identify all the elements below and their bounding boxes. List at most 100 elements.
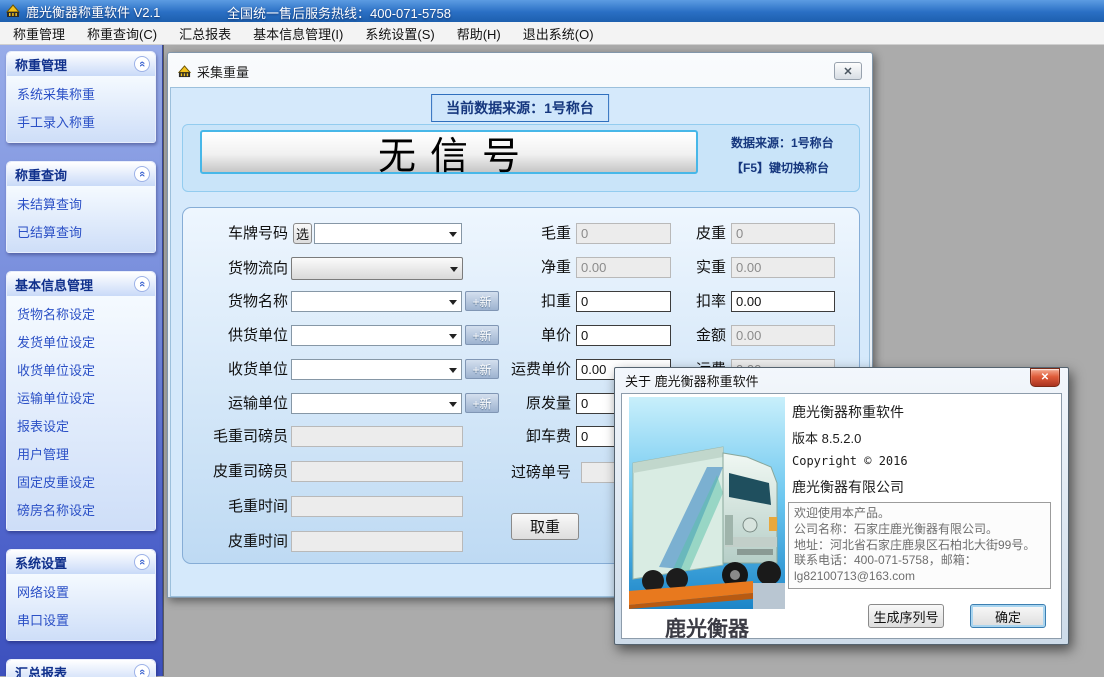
sidebar: 称重管理 « 系统采集称重 手工录入称重 称重查询 « 未结算查询 已结算查询 …: [0, 45, 163, 676]
supplier-label: 供货单位: [188, 325, 288, 346]
menubar: 称重管理 称重查询(C) 汇总报表 基本信息管理(I) 系统设置(S) 帮助(H…: [0, 22, 1104, 45]
collapse-chevron-icon[interactable]: «: [134, 276, 150, 292]
freight-price-label: 运费单价: [471, 359, 571, 380]
net-weight-label: 净重: [471, 257, 571, 278]
collapse-chevron-icon[interactable]: «: [134, 166, 150, 182]
transport-combo[interactable]: [291, 393, 462, 414]
amount-field[interactable]: [731, 325, 835, 346]
plate-number-label: 车牌号码: [188, 223, 288, 244]
deduct-weight-label: 扣重: [471, 291, 571, 312]
collapse-chevron-icon[interactable]: «: [134, 56, 150, 72]
titlebar: 鹿光衡器称重软件 V2.1 全国统一售后服务热线：400-071-5758: [0, 0, 1104, 22]
section-title: 系统设置: [15, 553, 67, 572]
about-copyright: Copyright © 2016: [792, 454, 908, 468]
brand-caption: 鹿光衡器: [629, 614, 785, 639]
menu-item-basic-info[interactable]: 基本信息管理(I): [242, 21, 354, 46]
tare-time-label: 皮重时间: [188, 531, 288, 552]
collapse-chevron-icon[interactable]: «: [134, 554, 150, 570]
goods-name-label: 货物名称: [188, 291, 288, 312]
window-logo-icon: [178, 65, 191, 78]
sidebar-item-unsettled-query[interactable]: 未结算查询: [7, 190, 155, 218]
unit-price-label: 单价: [471, 325, 571, 346]
dropdown-arrow-icon: [449, 300, 457, 305]
menu-item-summary-report[interactable]: 汇总报表: [168, 21, 242, 46]
gross-time-field[interactable]: [291, 496, 463, 517]
menu-item-exit[interactable]: 退出系统(O): [512, 21, 605, 46]
no-signal-text: 无信号: [364, 125, 534, 180]
f5-switch-hint-line: 【F5】键切换称台: [731, 159, 855, 176]
goods-flow-combo[interactable]: [291, 257, 463, 280]
sidebar-item-report-setting[interactable]: 报表设定: [7, 412, 155, 440]
dropdown-arrow-icon: [449, 402, 457, 407]
dropdown-arrow-icon: [449, 368, 457, 373]
sidebar-item-fixed-tare-setting[interactable]: 固定皮重设定: [7, 468, 155, 496]
menu-item-help[interactable]: 帮助(H): [446, 21, 512, 46]
tare-weight-field[interactable]: [731, 223, 835, 244]
collapse-chevron-icon[interactable]: «: [134, 664, 150, 677]
sidebar-item-network-setting[interactable]: 网络设置: [7, 578, 155, 606]
section-title: 基本信息管理: [15, 275, 93, 294]
hotline-text: 全国统一售后服务热线：400-071-5758: [227, 3, 451, 22]
tare-operator-label: 皮重司磅员: [188, 461, 288, 482]
unload-fee-label: 卸车费: [471, 426, 571, 447]
menu-item-system-settings[interactable]: 系统设置(S): [354, 21, 445, 46]
gross-weight-label: 毛重: [471, 223, 571, 244]
truck-photo: 鹿光衡器: [629, 397, 785, 637]
plate-number-combo[interactable]: [314, 223, 462, 244]
source-info-line: 数据来源：1号称台: [731, 134, 855, 151]
receiver-combo[interactable]: [291, 359, 462, 380]
sidebar-section-summary-reports-header[interactable]: 汇总报表 «: [7, 660, 155, 677]
weight-readout: 无信号: [200, 130, 698, 174]
take-weight-button[interactable]: 取重: [511, 513, 579, 540]
receiver-label: 收货单位: [188, 359, 288, 380]
mdi-workspace: 采集重量 ✕ 当前数据来源：1号称台 无信号 数据来源：1号称台 【F5】键切换…: [163, 45, 1104, 676]
section-title: 称重查询: [15, 165, 67, 184]
sidebar-item-transport-unit-setting[interactable]: 运输单位设定: [7, 384, 155, 412]
data-source-badge: 当前数据来源：1号称台: [431, 94, 609, 122]
deduct-rate-label: 扣率: [626, 291, 726, 312]
about-dialog-body: 鹿光衡器 鹿光衡器称重软件 版本 8.5.2.0 Copyright © 201…: [621, 393, 1062, 639]
sidebar-section-system-settings-header[interactable]: 系统设置 «: [7, 550, 155, 574]
dropdown-arrow-icon: [449, 232, 457, 237]
window-close-icon[interactable]: ✕: [834, 62, 862, 80]
sidebar-item-sender-unit-setting[interactable]: 发货单位设定: [7, 328, 155, 356]
sidebar-item-scale-house-name-setting[interactable]: 磅房名称设定: [7, 496, 155, 524]
transport-label: 运输单位: [188, 393, 288, 414]
supplier-combo[interactable]: [291, 325, 462, 346]
tare-weight-label: 皮重: [626, 223, 726, 244]
weight-display-panel: 无信号 数据来源：1号称台 【F5】键切换称台: [182, 124, 860, 192]
tare-operator-field[interactable]: [291, 461, 463, 482]
about-company: 鹿光衡器有限公司: [792, 477, 904, 497]
ticket-no-label: 过磅单号: [471, 462, 571, 483]
sidebar-item-settled-query[interactable]: 已结算查询: [7, 218, 155, 246]
ok-button[interactable]: 确定: [970, 604, 1046, 628]
gross-operator-field[interactable]: [291, 426, 463, 447]
sidebar-section-basic-info-header[interactable]: 基本信息管理 «: [7, 272, 155, 296]
window-titlebar[interactable]: 采集重量 ✕: [170, 55, 870, 87]
sidebar-item-goods-name-setting[interactable]: 货物名称设定: [7, 300, 155, 328]
sidebar-item-user-manage[interactable]: 用户管理: [7, 440, 155, 468]
generate-serial-button[interactable]: 生成序列号: [868, 604, 944, 628]
sidebar-section-weigh-query-header[interactable]: 称重查询 «: [7, 162, 155, 186]
menu-item-weigh-manage[interactable]: 称重管理: [2, 21, 76, 46]
section-title: 汇总报表: [15, 663, 67, 677]
about-dialog-title: 关于 鹿光衡器称重软件: [625, 371, 759, 390]
sidebar-section-weigh-manage-header[interactable]: 称重管理 «: [7, 52, 155, 76]
app-logo-icon: [6, 4, 20, 18]
about-dialog-titlebar[interactable]: 关于 鹿光衡器称重软件: [621, 368, 1062, 393]
app-title: 鹿光衡器称重软件 V2.1: [26, 2, 160, 21]
sidebar-section-system-settings: 系统设置 « 网络设置 串口设置: [6, 549, 156, 641]
goods-name-combo[interactable]: [291, 291, 462, 312]
sidebar-item-serial-port-setting[interactable]: 串口设置: [7, 606, 155, 634]
select-plate-button[interactable]: 选: [293, 223, 312, 244]
tare-time-field[interactable]: [291, 531, 463, 552]
actual-weight-field[interactable]: [731, 257, 835, 278]
sidebar-item-system-capture-weigh[interactable]: 系统采集称重: [7, 80, 155, 108]
sidebar-item-receiver-unit-setting[interactable]: 收货单位设定: [7, 356, 155, 384]
about-close-icon[interactable]: ✕: [1030, 368, 1060, 387]
about-dialog: 关于 鹿光衡器称重软件 ✕: [614, 367, 1069, 645]
amount-label: 金额: [626, 325, 726, 346]
deduct-rate-field[interactable]: [731, 291, 835, 312]
menu-item-weigh-query[interactable]: 称重查询(C): [76, 21, 168, 46]
sidebar-item-manual-entry-weigh[interactable]: 手工录入称重: [7, 108, 155, 136]
